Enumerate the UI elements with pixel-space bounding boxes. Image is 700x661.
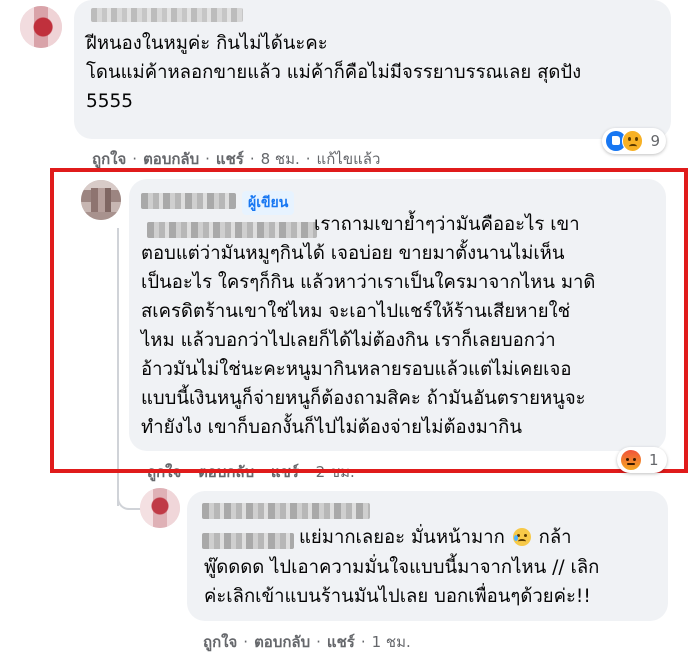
author-name[interactable] (202, 503, 370, 519)
avatar[interactable] (20, 6, 62, 48)
reaction-count: 1 (649, 451, 659, 469)
avatar[interactable] (140, 488, 180, 528)
author-name[interactable] (91, 8, 243, 22)
reaction-summary[interactable]: 9 (602, 128, 666, 154)
reaction-count: 9 (650, 132, 660, 150)
comment-line: ค่ะเลิกเข้าแบนร้านมันไปเลย บอกเพื่อนๆด้ว… (204, 586, 591, 607)
highlight-box (50, 168, 688, 473)
reaction-summary[interactable]: 1 (617, 447, 667, 473)
sad-icon (621, 130, 644, 152)
comment-bubble: ฝีหนองในหมูค่ะ กินไม่ได้นะคะ โดนแม่ค้าหล… (74, 0, 671, 139)
comment-line: พู๊ดดดด ไปเอาความมั่นใจแบบนี้มาจากไหน //… (204, 557, 600, 578)
timestamp[interactable]: 8 ชม. (261, 150, 300, 168)
comment-line: แย่มากเลยอะ มั่นหน้ามาก กล้า (299, 523, 572, 552)
comment-line: โดนแม่ค้าหลอกขายแล้ว แม่ค้าก็คือไม่มีจรร… (86, 62, 582, 83)
like-link[interactable]: ถูกใจ (92, 150, 126, 168)
timestamp[interactable]: 1 ชม. (372, 633, 411, 651)
share-link[interactable]: แชร์ (216, 150, 244, 168)
like-link[interactable]: ถูกใจ (203, 633, 237, 651)
comment-bubble: แย่มากเลยอะ มั่นหน้ามาก กล้า พู๊ดดดด ไปเ… (187, 491, 668, 621)
reply-link[interactable]: ตอบกลับ (143, 150, 199, 168)
crying-face-icon (512, 528, 531, 546)
share-link[interactable]: แชร์ (327, 633, 355, 651)
angry-icon (620, 449, 642, 471)
reply-link[interactable]: ตอบกลับ (254, 633, 310, 651)
comment-text: แย่มากเลยอะ มั่นหน้ามาก (299, 527, 505, 548)
tagged-name[interactable] (202, 533, 294, 549)
comment-line: ฝีหนองในหมูค่ะ กินไม่ได้นะคะ (86, 33, 328, 54)
comment-text: กล้า (538, 527, 572, 548)
comment-actions: ถูกใจ · ตอบกลับ · แชร์ · 1 ชม. (203, 633, 411, 651)
comment-line: 5555 (86, 91, 134, 112)
edited-label: แก้ไขแล้ว (316, 150, 381, 168)
